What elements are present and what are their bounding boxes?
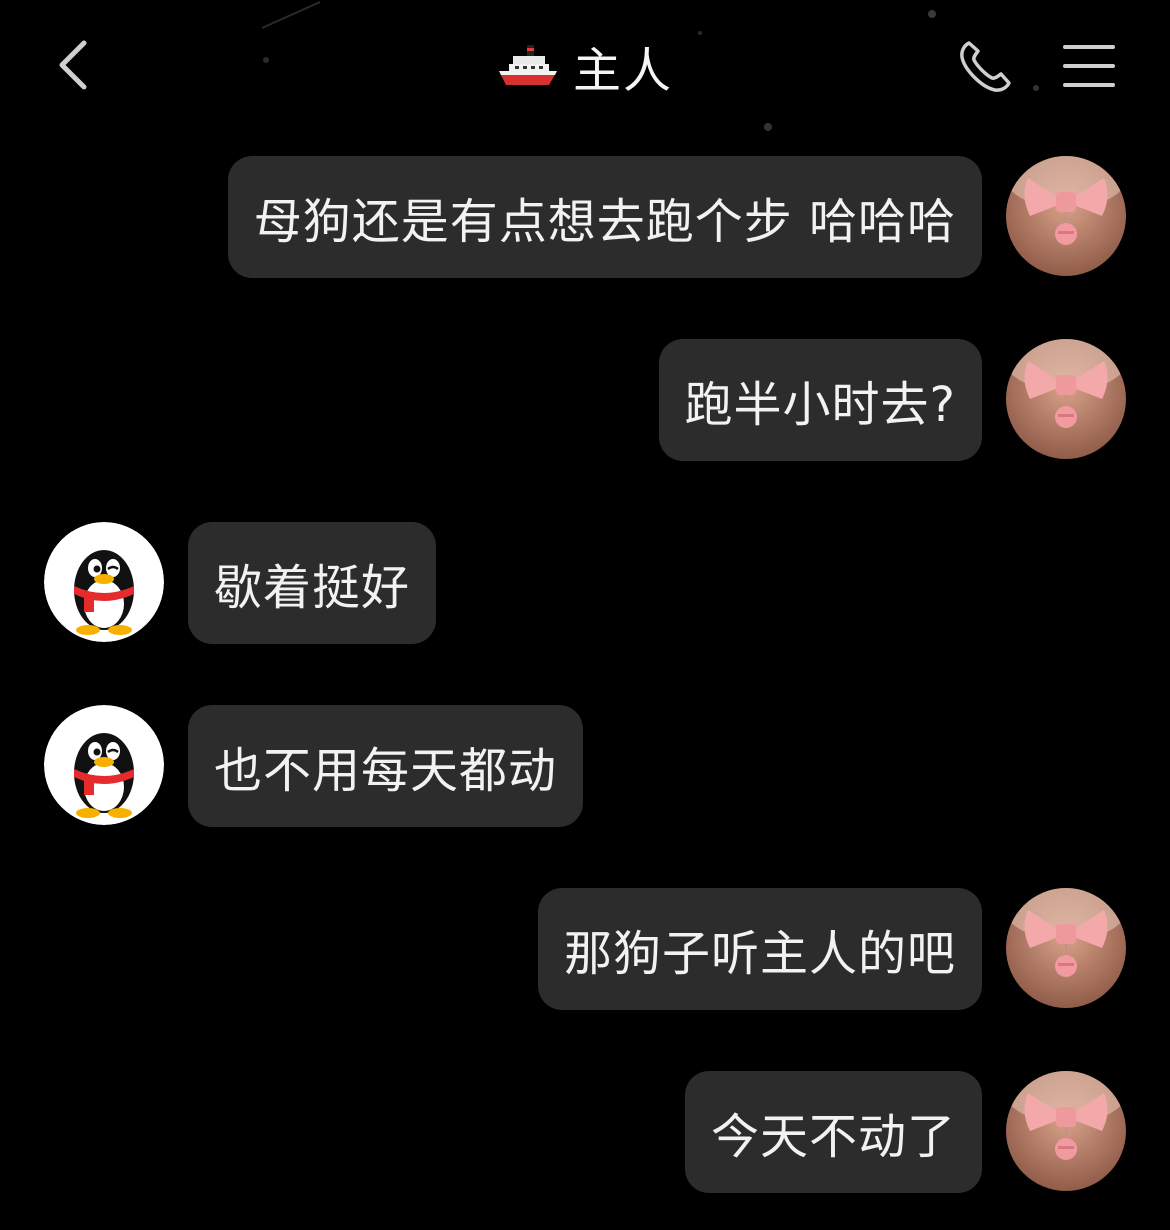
message-row: 歇着挺好 (44, 522, 437, 644)
message-bubble[interactable]: 母狗还是有点想去跑个步 哈哈哈 (227, 156, 982, 278)
message-row: 也不用每天都动 (44, 705, 584, 827)
bow-collar-avatar-icon (1006, 339, 1126, 459)
bow-collar-avatar-icon (1006, 156, 1126, 276)
bow-collar-avatar-icon (1006, 888, 1126, 1008)
bow-collar-avatar-icon (1006, 1071, 1126, 1191)
ship-icon (498, 45, 557, 85)
message-bubble[interactable]: 今天不动了 (684, 1071, 982, 1193)
my-avatar[interactable] (1006, 888, 1126, 1008)
menu-button[interactable] (1054, 34, 1124, 98)
message-bubble[interactable]: 跑半小时去? (658, 339, 982, 461)
contact-avatar[interactable] (44, 705, 164, 825)
hamburger-menu-icon (1063, 45, 1115, 87)
my-avatar[interactable] (1006, 339, 1126, 459)
message-row: 跑半小时去? (658, 339, 1126, 461)
penguin-avatar-icon (44, 705, 164, 825)
message-row: 母狗还是有点想去跑个步 哈哈哈 (227, 156, 1126, 278)
my-avatar[interactable] (1006, 1071, 1126, 1191)
phone-icon (960, 41, 1011, 92)
my-avatar[interactable] (1006, 156, 1126, 276)
message-bubble[interactable]: 歇着挺好 (188, 522, 437, 644)
message-row: 那狗子听主人的吧 (537, 888, 1126, 1010)
contact-avatar[interactable] (44, 522, 164, 642)
chat-header: 主人 (0, 0, 1170, 130)
voice-call-button[interactable] (950, 32, 1020, 102)
message-row: 今天不动了 (684, 1071, 1126, 1193)
message-bubble[interactable]: 那狗子听主人的吧 (537, 888, 982, 1010)
penguin-avatar-icon (44, 522, 164, 642)
message-bubble[interactable]: 也不用每天都动 (188, 705, 584, 827)
contact-name: 主人 (572, 43, 673, 99)
